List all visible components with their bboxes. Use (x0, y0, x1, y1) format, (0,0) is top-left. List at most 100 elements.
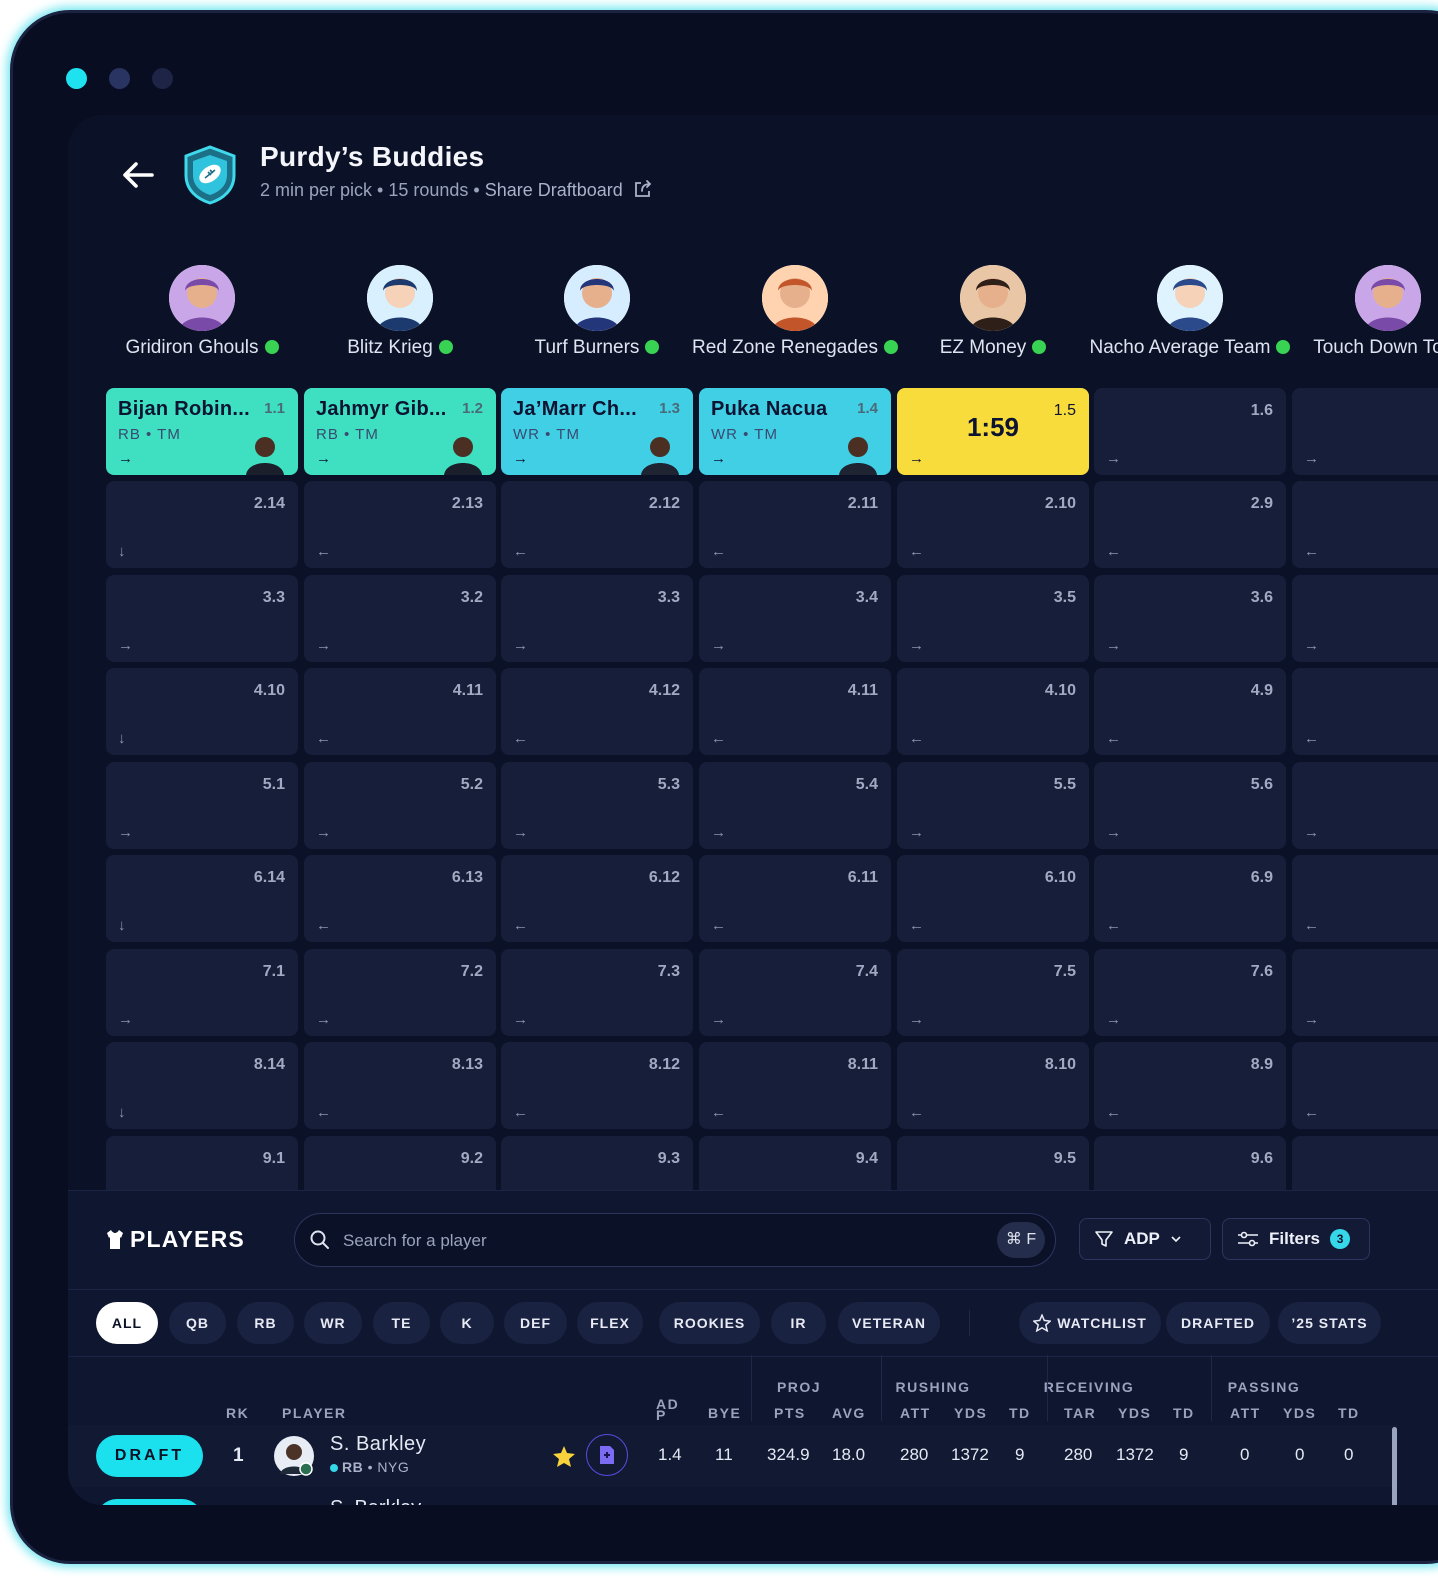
column-header-adp[interactable]: ADP (656, 1397, 684, 1422)
team-header[interactable]: EZ Money (878, 265, 1108, 359)
empty-pick-slot[interactable]: 6.12 ← (501, 855, 693, 942)
team-header[interactable]: Turf Burners (482, 265, 712, 359)
empty-pick-slot[interactable]: 8.12 ← (501, 1042, 693, 1129)
empty-pick-slot[interactable]: 5.4 → (699, 762, 891, 849)
draft-button[interactable] (96, 1499, 203, 1505)
column-header-rank[interactable]: RK (226, 1405, 249, 1421)
column-header-rush-yds[interactable]: YDS (954, 1405, 987, 1421)
empty-pick-slot[interactable]: 7.3 → (501, 949, 693, 1036)
empty-pick-slot[interactable]: 4.10 ↓ (106, 668, 298, 755)
empty-pick-slot[interactable]: 6.10 ← (897, 855, 1089, 942)
position-chip-rb[interactable]: RB (237, 1302, 294, 1344)
position-chip-rookies[interactable]: ROOKIES (659, 1302, 760, 1344)
empty-pick-slot[interactable]: 8.13 ← (304, 1042, 496, 1129)
empty-pick-slot[interactable]: 3.4 → (699, 575, 891, 662)
empty-pick-slot[interactable]: ← (1292, 481, 1438, 568)
team-header[interactable]: Nacho Average Team (1075, 265, 1305, 359)
empty-pick-slot[interactable]: 2.12 ← (501, 481, 693, 568)
empty-pick-slot[interactable]: 3.3 → (106, 575, 298, 662)
team-header[interactable]: Red Zone Renegades (680, 265, 910, 359)
empty-pick-slot[interactable]: 1.6 → (1094, 388, 1286, 475)
position-chip-k[interactable]: K (440, 1302, 494, 1344)
column-header-pass-yds[interactable]: YDS (1283, 1405, 1316, 1421)
empty-pick-slot[interactable]: 4.9 ← (1094, 668, 1286, 755)
position-chip-wr[interactable]: WR (304, 1302, 362, 1344)
empty-pick-slot[interactable]: 4.12 ← (501, 668, 693, 755)
empty-pick-slot[interactable]: 7.6 → (1094, 949, 1286, 1036)
stats-tab[interactable]: ’25 STATS (1278, 1302, 1381, 1344)
empty-pick-slot[interactable]: → (1292, 949, 1438, 1036)
empty-pick-slot[interactable]: 7.4 → (699, 949, 891, 1036)
empty-pick-slot[interactable]: 8.9 ← (1094, 1042, 1286, 1129)
column-header-pts[interactable]: PTS (774, 1405, 806, 1421)
empty-pick-slot[interactable]: 6.9 ← (1094, 855, 1286, 942)
drafted-tab[interactable]: DRAFTED (1166, 1302, 1270, 1344)
empty-pick-slot[interactable]: 7.1 → (106, 949, 298, 1036)
share-draftboard-link[interactable]: Share Draftboard (485, 180, 654, 200)
drafted-pick-card[interactable]: Jahmyr Gib... 1.2 RB • TM → (304, 388, 496, 475)
position-chip-veteran[interactable]: VETERAN (838, 1302, 940, 1344)
player-name[interactable]: S. Barkley (330, 1497, 421, 1505)
empty-pick-slot[interactable]: 3.2 → (304, 575, 496, 662)
empty-pick-slot[interactable]: 6.14 ↓ (106, 855, 298, 942)
maximize-window-dot[interactable] (152, 68, 173, 89)
empty-pick-slot[interactable]: 3.3 → (501, 575, 693, 662)
current-pick-card[interactable]: 1:59 1.5 → (897, 388, 1089, 475)
column-header-rec-tar[interactable]: TAR (1064, 1405, 1096, 1421)
empty-pick-slot[interactable]: 8.10 ← (897, 1042, 1089, 1129)
column-header-rush-td[interactable]: TD (1009, 1405, 1031, 1421)
team-header[interactable]: Touch Down To (1273, 265, 1438, 359)
team-header[interactable]: Gridiron Ghouls (87, 265, 317, 359)
back-arrow-icon[interactable] (118, 155, 158, 195)
empty-pick-slot[interactable]: ← (1292, 855, 1438, 942)
column-header-pass-att[interactable]: ATT (1230, 1405, 1261, 1421)
empty-pick-slot[interactable]: → (1292, 762, 1438, 849)
empty-pick-slot[interactable]: 8.11 ← (699, 1042, 891, 1129)
team-header[interactable]: Blitz Krieg (285, 265, 515, 359)
position-chip-te[interactable]: TE (373, 1302, 430, 1344)
column-header-rush-att[interactable]: ATT (900, 1405, 931, 1421)
position-chip-ir[interactable]: IR (771, 1302, 826, 1344)
column-header-avg[interactable]: AVG (832, 1405, 866, 1421)
close-window-dot[interactable] (66, 68, 87, 89)
watchlist-tab[interactable]: WATCHLIST (1019, 1302, 1161, 1344)
empty-pick-slot[interactable]: 4.11 ← (699, 668, 891, 755)
empty-pick-slot[interactable]: ← (1292, 668, 1438, 755)
empty-pick-slot[interactable]: 5.1 → (106, 762, 298, 849)
filters-button[interactable]: Filters 3 (1222, 1218, 1370, 1260)
empty-pick-slot[interactable]: 7.5 → (897, 949, 1089, 1036)
drafted-pick-card[interactable]: Bijan Robin... 1.1 RB • TM → (106, 388, 298, 475)
player-search-input[interactable] (341, 1214, 945, 1268)
empty-pick-slot[interactable]: → (1292, 575, 1438, 662)
empty-pick-slot[interactable]: 8.14 ↓ (106, 1042, 298, 1129)
position-chip-def[interactable]: DEF (504, 1302, 567, 1344)
player-name[interactable]: S. Barkley (330, 1433, 426, 1456)
drafted-pick-card[interactable]: Puka Nacua 1.4 WR • TM → (699, 388, 891, 475)
empty-pick-slot[interactable]: 5.6 → (1094, 762, 1286, 849)
sort-adp-dropdown[interactable]: ADP (1079, 1218, 1211, 1260)
empty-pick-slot[interactable]: 3.5 → (897, 575, 1089, 662)
empty-pick-slot[interactable]: 3.6 → (1094, 575, 1286, 662)
empty-pick-slot[interactable]: 2.13 ← (304, 481, 496, 568)
column-header-rec-yds[interactable]: YDS (1118, 1405, 1151, 1421)
watchlist-star-icon[interactable] (552, 1445, 576, 1468)
empty-pick-slot[interactable]: ← (1292, 1042, 1438, 1129)
table-row[interactable]: DRAFT 1 S. Barkley RB • NYG 1.4 11 324.9… (68, 1425, 1398, 1487)
empty-pick-slot[interactable]: 5.5 → (897, 762, 1089, 849)
position-chip-all[interactable]: ALL (96, 1302, 158, 1344)
empty-pick-slot[interactable]: 4.11 ← (304, 668, 496, 755)
minimize-window-dot[interactable] (109, 68, 130, 89)
empty-pick-slot[interactable]: 2.10 ← (897, 481, 1089, 568)
empty-pick-slot[interactable]: 2.11 ← (699, 481, 891, 568)
table-scrollbar[interactable] (1392, 1427, 1397, 1505)
empty-pick-slot[interactable]: 4.10 ← (897, 668, 1089, 755)
empty-pick-slot[interactable]: 6.13 ← (304, 855, 496, 942)
drafted-pick-card[interactable]: Ja’Marr Ch... 1.3 WR • TM → (501, 388, 693, 475)
empty-pick-slot[interactable]: 5.3 → (501, 762, 693, 849)
empty-pick-slot[interactable]: 7.2 → (304, 949, 496, 1036)
empty-pick-slot[interactable]: 2.9 ← (1094, 481, 1286, 568)
player-search-box[interactable]: ⌘ F (294, 1213, 1056, 1268)
column-header-bye[interactable]: BYE (708, 1405, 741, 1421)
empty-pick-slot[interactable]: → (1292, 388, 1438, 475)
column-header-player[interactable]: PLAYER (282, 1405, 347, 1421)
